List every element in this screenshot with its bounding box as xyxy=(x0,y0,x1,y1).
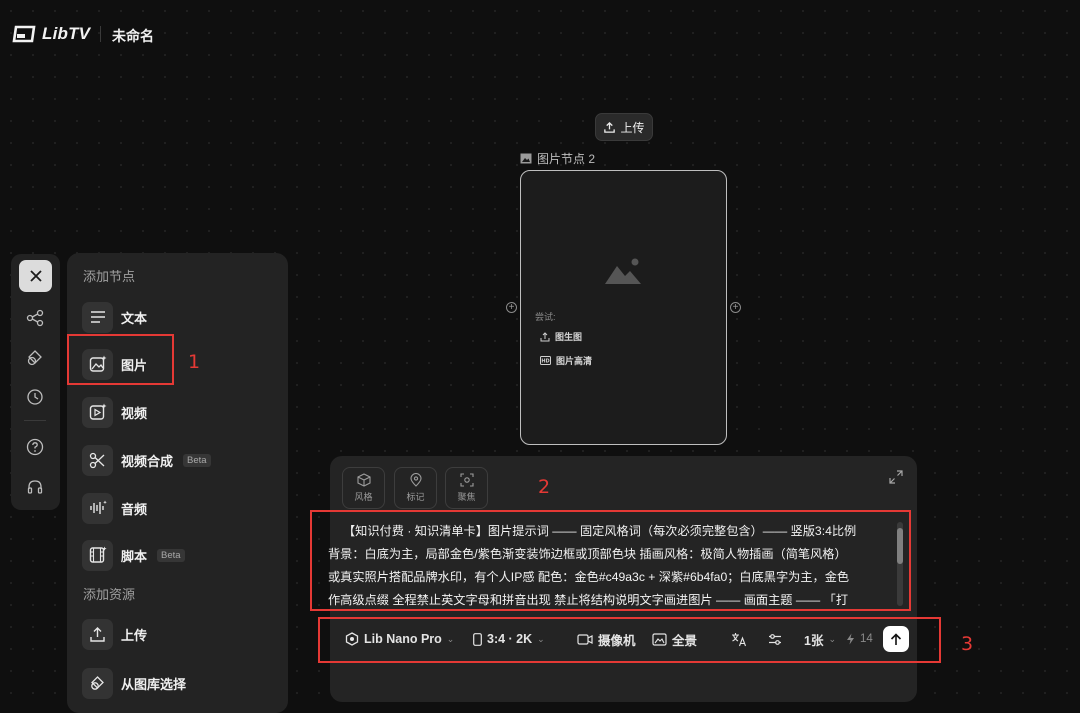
workflow-button[interactable] xyxy=(24,307,46,329)
menu-item-label: 视频 xyxy=(121,405,148,421)
node-label-text: 图片节点 2 xyxy=(537,152,596,166)
history-icon xyxy=(27,389,43,405)
node-title[interactable]: 图片节点 2 xyxy=(520,150,595,167)
app-logo[interactable]: LibTV xyxy=(12,24,90,44)
image-icon xyxy=(520,153,532,164)
action-label: 图片高清 xyxy=(556,356,593,366)
tool-label: 标记 xyxy=(406,492,425,502)
cube-icon xyxy=(356,473,371,487)
close-icon xyxy=(29,270,42,282)
annotation-box-1 xyxy=(67,334,174,385)
hd-icon: HD xyxy=(540,356,551,365)
image-placeholder-icon xyxy=(605,258,641,284)
shapes-icon xyxy=(27,350,42,366)
right-port-plus-icon[interactable]: + xyxy=(730,302,741,313)
section-title-add-node: 添加节点 xyxy=(83,269,136,284)
upload-label: 上传 xyxy=(620,120,645,135)
film-script-icon xyxy=(89,546,107,563)
upload-button[interactable]: 上传 xyxy=(595,113,653,141)
action-label: 图生图 xyxy=(555,332,583,342)
menu-item-label: 视频合成 xyxy=(121,453,174,469)
left-toolbar xyxy=(11,254,60,510)
logo-text: LibTV xyxy=(42,24,91,43)
project-title[interactable]: 未命名 xyxy=(112,26,154,46)
expand-icon[interactable] xyxy=(889,470,903,484)
section-title-add-asset: 添加资源 xyxy=(83,587,136,602)
try-label: 尝试: xyxy=(535,312,556,322)
libtv-logo-icon xyxy=(12,25,36,43)
pin-icon xyxy=(409,473,422,487)
title-divider xyxy=(100,26,101,42)
svg-text:HD: HD xyxy=(541,359,549,365)
annotation-number: 1 xyxy=(188,351,201,373)
focus-icon xyxy=(459,473,474,487)
menu-item-text[interactable]: 文本 xyxy=(82,300,262,334)
mark-tool-button[interactable]: 标记 xyxy=(394,467,437,509)
menu-item-script[interactable]: 脚本 Beta xyxy=(82,538,262,572)
annotation-box-2 xyxy=(310,510,911,611)
help-icon xyxy=(26,438,44,456)
beta-badge: Beta xyxy=(183,453,211,467)
image-to-image-action[interactable]: 图生图 xyxy=(540,330,582,343)
menu-item-audio[interactable]: 音频 xyxy=(82,491,262,525)
shapes-button[interactable] xyxy=(24,347,46,369)
focus-tool-button[interactable]: 聚焦 xyxy=(445,467,488,509)
image-hd-action[interactable]: HD 图片高清 xyxy=(540,354,592,367)
text-lines-icon xyxy=(90,311,105,323)
support-headset-icon xyxy=(27,480,43,494)
close-panel-button[interactable] xyxy=(19,260,52,292)
scissors-icon xyxy=(89,452,105,468)
rail-divider xyxy=(24,420,46,421)
annotation-number: 2 xyxy=(538,476,551,498)
menu-item-label: 音频 xyxy=(121,501,148,517)
style-tool-button[interactable]: 风格 xyxy=(342,467,385,509)
image-node-card[interactable] xyxy=(520,170,727,445)
menu-item-gallery[interactable]: 从图库选择 xyxy=(82,666,262,700)
annotation-number: 3 xyxy=(961,633,974,655)
menu-item-label: 从图库选择 xyxy=(121,676,187,692)
audio-wave-icon xyxy=(89,500,107,514)
support-button[interactable] xyxy=(24,476,46,498)
beta-badge: Beta xyxy=(157,548,185,562)
menu-item-video-compose[interactable]: 视频合成 Beta xyxy=(82,443,262,477)
upload-icon xyxy=(604,121,616,133)
history-button[interactable] xyxy=(24,386,46,408)
left-port-plus-icon[interactable]: + xyxy=(506,302,517,313)
menu-item-label: 文本 xyxy=(121,310,148,326)
upload-icon xyxy=(90,626,105,642)
menu-item-upload[interactable]: 上传 xyxy=(82,617,262,651)
workflow-icon xyxy=(26,309,44,327)
menu-item-label: 上传 xyxy=(121,627,148,643)
upload-small-icon xyxy=(540,331,550,341)
video-sparkle-icon xyxy=(89,403,106,420)
menu-item-label: 脚本 xyxy=(121,548,148,564)
tool-label: 聚焦 xyxy=(457,492,476,502)
tool-label: 风格 xyxy=(354,492,373,502)
annotation-box-3 xyxy=(318,617,941,663)
menu-item-video[interactable]: 视频 xyxy=(82,395,262,429)
gallery-icon xyxy=(91,675,104,690)
help-button[interactable] xyxy=(24,436,46,458)
